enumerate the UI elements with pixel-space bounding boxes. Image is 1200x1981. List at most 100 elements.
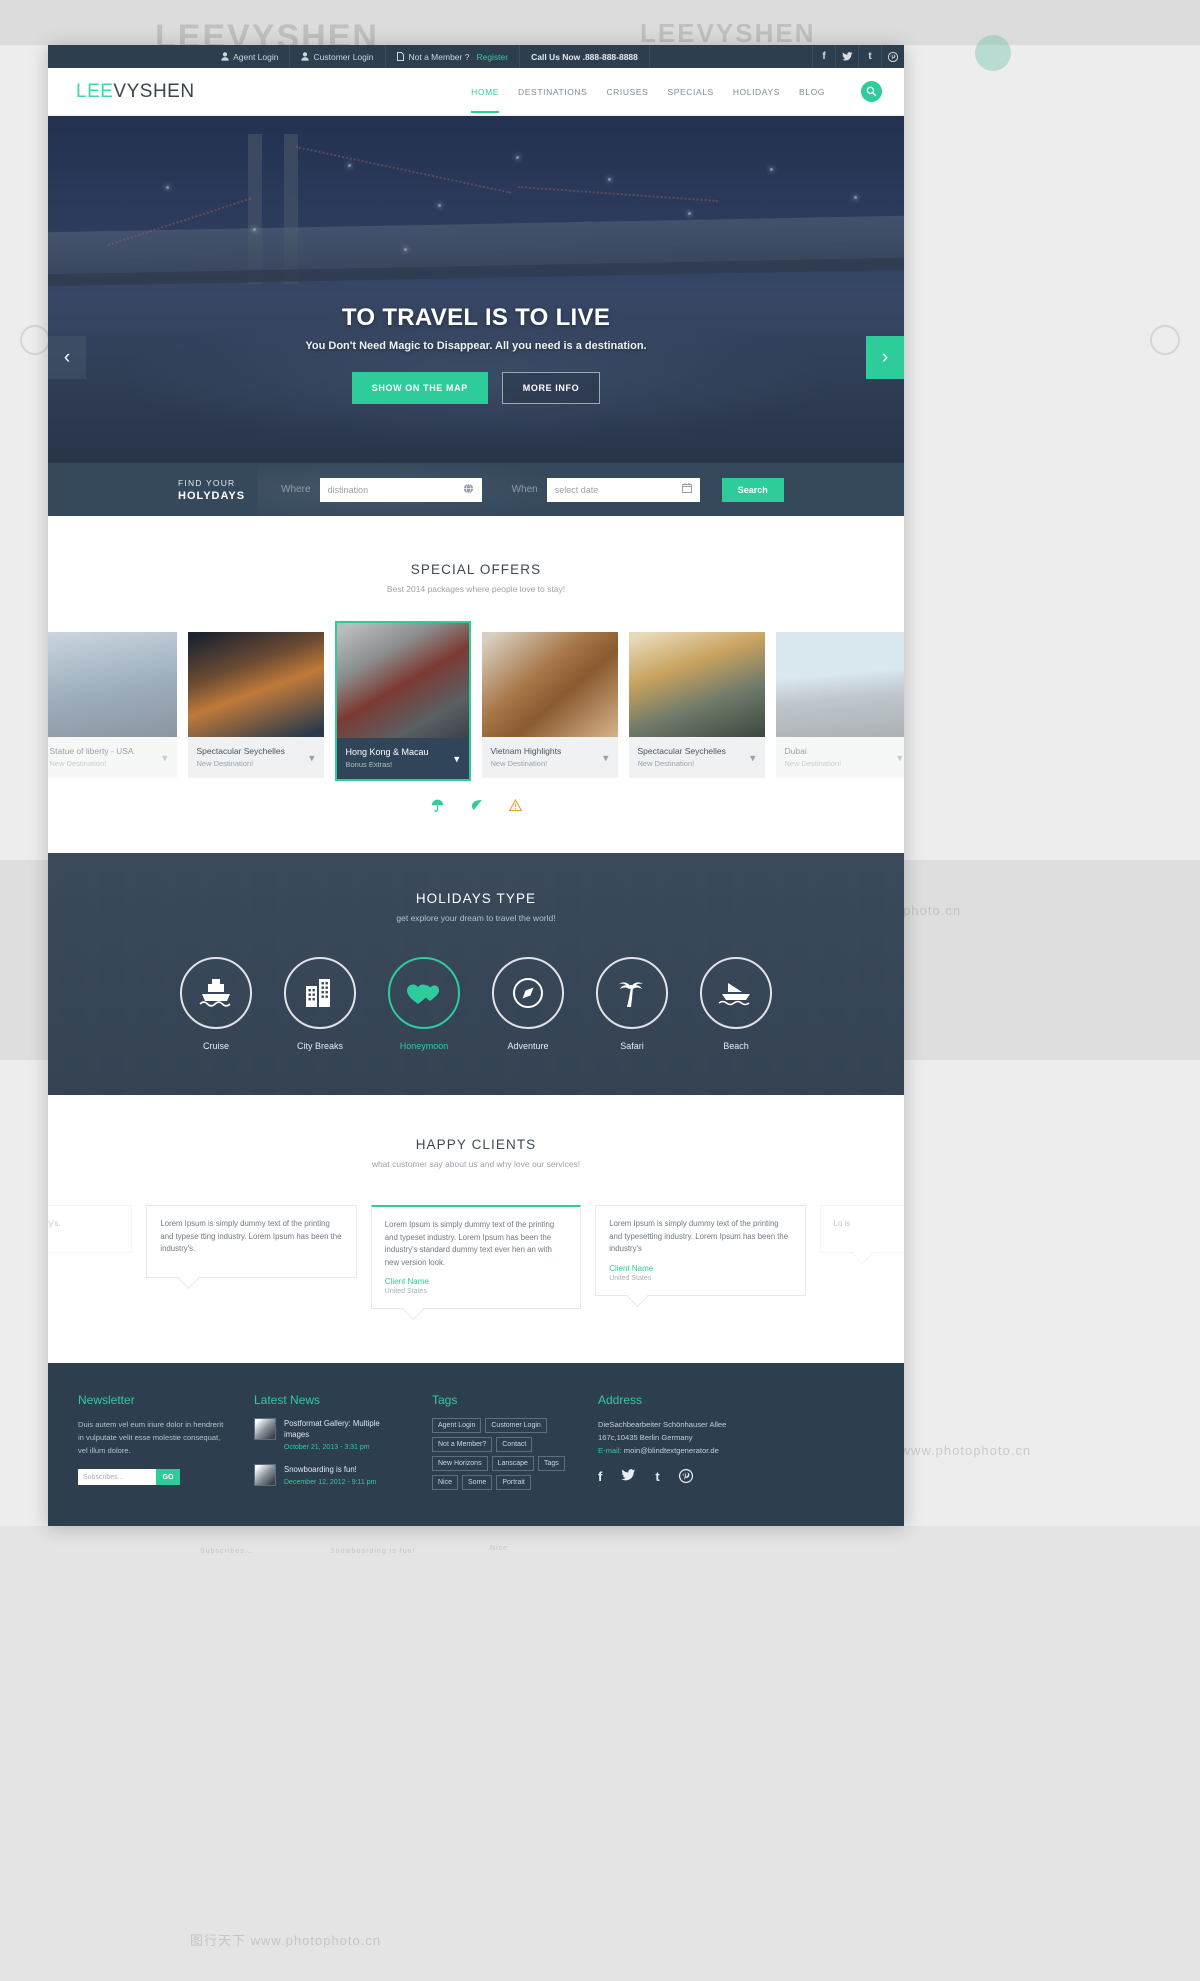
user-icon [221, 52, 229, 61]
nav-item-home[interactable]: HOME [471, 71, 499, 113]
nav-item-holidays[interactable]: HOLIDAYS [733, 71, 780, 113]
testimonial-quote: Lo is [833, 1219, 851, 1228]
holidays-type-subtitle: get explore your dream to travel the wor… [396, 913, 556, 923]
umbrella-icon[interactable] [431, 799, 444, 815]
backdrop-arrow-right [1150, 325, 1180, 355]
call-us-label: Call Us Now .888-888-8888 [531, 51, 638, 62]
subscribe-input[interactable]: Subscribes... [78, 1469, 156, 1485]
tag-item[interactable]: Portrait [496, 1475, 531, 1490]
chevron-down-icon[interactable]: ▾ [162, 751, 168, 764]
chevron-down-icon[interactable]: ▾ [750, 751, 756, 764]
where-input[interactable]: distination [319, 477, 482, 502]
show-on-map-button[interactable]: SHOW ON THE MAP [351, 372, 488, 404]
tag-item[interactable]: Agent Login [432, 1418, 482, 1433]
tag-item[interactable]: Tags [537, 1456, 565, 1471]
latest-news-heading: Latest News [254, 1393, 321, 1407]
offer-card[interactable]: Statue of liberty - USA New Destination!… [48, 632, 177, 778]
testimonial-card-active[interactable]: Lorem Ipsum is simply dummy text of the … [370, 1205, 582, 1309]
user-icon [301, 52, 310, 61]
tag-item[interactable]: New Horizons [432, 1456, 488, 1471]
offer-card[interactable]: Vietnam Highlights New Destination! ▾ [481, 632, 618, 778]
customer-login-link[interactable]: Customer Login [290, 45, 386, 68]
warning-icon[interactable] [508, 798, 522, 815]
testimonial-card[interactable]: Lo is [819, 1205, 904, 1253]
leaf-icon[interactable] [470, 799, 483, 815]
agent-login-link[interactable]: Agent Login [210, 45, 291, 68]
holiday-type-adventure[interactable]: Adventure [488, 957, 568, 1051]
nav-item-criuses[interactable]: CRIUSES [606, 71, 648, 113]
offer-title: Spectacular Seychelles [637, 746, 726, 756]
hero-title: TO TRAVEL IS TO LIVE [341, 304, 611, 331]
search-icon[interactable] [861, 81, 882, 102]
tag-item[interactable]: Not a Member? [432, 1437, 493, 1452]
utility-social-links: f t [812, 45, 904, 68]
news-title: Postformat Gallery: Multiple images [284, 1419, 380, 1439]
logo[interactable]: LEEVYSHEN [76, 81, 195, 103]
hero-prev-arrow[interactable]: ‹ [48, 336, 86, 379]
tag-item[interactable]: Lanscape [491, 1456, 534, 1471]
twitter-icon[interactable] [835, 45, 858, 68]
offer-card[interactable]: Dubai New Destination! ▾ [775, 632, 904, 778]
testimonial-card[interactable]: Lorem Ipsum is simply dummy text of the … [146, 1205, 357, 1278]
tumblr-icon[interactable]: t [858, 45, 881, 68]
testimonial-name: Client Name [384, 1277, 429, 1286]
not-a-member-label: Not a Member ? [408, 51, 470, 62]
holiday-type-label: Safari [620, 1041, 644, 1051]
offer-image [628, 632, 765, 737]
offer-card[interactable]: Spectacular Seychelles New Destination! … [628, 632, 765, 778]
backdrop-band-bottom [0, 1526, 1200, 1981]
testimonial-card[interactable]: Lorem Ipsum is simply dummy text of the … [595, 1205, 806, 1296]
testimonial-card[interactable]: he printing and typese he industry's. [48, 1205, 133, 1253]
chevron-down-icon[interactable]: ▾ [454, 752, 460, 765]
more-info-button[interactable]: MORE INFO [501, 372, 601, 404]
tag-item[interactable]: Some [462, 1475, 493, 1490]
chevron-down-icon[interactable]: ▾ [603, 751, 609, 764]
pinterest-icon[interactable] [881, 45, 904, 68]
ship-icon [180, 957, 252, 1029]
twitter-icon[interactable] [621, 1469, 636, 1486]
holiday-type-beach[interactable]: Beach [696, 957, 776, 1051]
offer-subtitle: New Destination! [49, 759, 107, 768]
news-item[interactable]: Snowboarding is fun! December 12, 2012 -… [254, 1464, 406, 1486]
search-button[interactable]: Search [721, 477, 784, 502]
nav-item-blog[interactable]: BLOG [799, 71, 825, 113]
holiday-type-city-breaks[interactable]: City Breaks [280, 957, 360, 1051]
tag-item[interactable]: Contact [496, 1437, 533, 1452]
offer-card[interactable]: Spectacular Seychelles New Destination! … [187, 632, 324, 778]
when-input[interactable]: select date [546, 477, 700, 502]
offer-card-featured[interactable]: Hong Kong & Macau Bonus Extras! ▾ [334, 621, 471, 781]
pinterest-icon[interactable] [678, 1468, 693, 1486]
holiday-type-honeymoon[interactable]: Honeymoon [384, 957, 464, 1051]
hero-next-arrow[interactable]: › [866, 336, 904, 379]
news-thumbnail [254, 1418, 276, 1440]
newsletter-heading: Newsletter [78, 1393, 135, 1407]
tag-item[interactable]: Nice [432, 1475, 459, 1490]
address-block: DieSachbearbeiter Schönhauser Allee 167c… [598, 1418, 798, 1457]
email-value[interactable]: moin@blindtextgenerator.de [624, 1446, 719, 1455]
site-footer: Newsletter Duis autem vel eum iriure dol… [48, 1363, 904, 1526]
nav-item-destinations[interactable]: DESTINATIONS [518, 71, 587, 113]
register-link[interactable]: Not a Member ? Register [386, 45, 521, 68]
address-heading: Address [598, 1393, 643, 1407]
holiday-type-safari[interactable]: Safari [592, 957, 672, 1051]
facebook-icon[interactable]: f [812, 45, 835, 68]
hearts-icon [388, 957, 460, 1029]
chevron-down-icon[interactable]: ▾ [897, 751, 903, 764]
facebook-icon[interactable]: f [598, 1469, 602, 1486]
subscribe-go-button[interactable]: GO [156, 1469, 180, 1485]
main-navigation: HOME DESTINATIONS CRIUSES SPECIALS HOLID… [471, 71, 882, 113]
tag-item[interactable]: Customer Login [485, 1418, 547, 1433]
backdrop-badge [975, 35, 1011, 71]
holiday-type-label: Cruise [202, 1041, 229, 1051]
tumblr-icon[interactable]: t [655, 1469, 659, 1486]
backdrop-footer-echo-3: Nice [490, 1545, 509, 1552]
chevron-down-icon[interactable]: ▾ [309, 751, 315, 764]
holiday-type-cruise[interactable]: Cruise [176, 957, 256, 1051]
holiday-type-label: Adventure [507, 1041, 549, 1051]
offer-subtitle: New Destination! [637, 759, 695, 768]
nav-item-specials[interactable]: SPECIALS [667, 71, 713, 113]
globe-icon [463, 483, 474, 497]
register-label[interactable]: Register [476, 52, 508, 62]
offer-title: Spectacular Seychelles [196, 746, 285, 756]
news-item[interactable]: Postformat Gallery: Multiple images Octo… [254, 1418, 406, 1451]
